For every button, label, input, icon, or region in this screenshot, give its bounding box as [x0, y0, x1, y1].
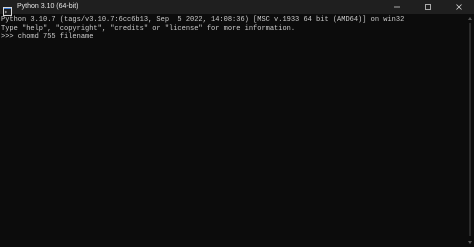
window-controls [381, 0, 474, 14]
close-button[interactable] [443, 0, 474, 14]
console-output[interactable]: Python 3.10.7 (tags/v3.10.7:6cc6b13, Sep… [0, 14, 466, 247]
close-icon [455, 4, 462, 10]
scroll-up-icon[interactable] [468, 17, 472, 20]
vertical-scrollbar[interactable] [466, 14, 474, 247]
console-line-prompt[interactable]: >>> chomd 755 filename [1, 33, 466, 42]
console-line-help: Type "help", "copyright", "credits" or "… [1, 24, 296, 33]
window-title: Python 3.10 (64-bit) [17, 3, 79, 10]
maximize-button[interactable] [412, 0, 443, 14]
python-console-window: Python 3.10 (64-bit) Python 3.10.7 (tags… [0, 0, 474, 247]
minimize-icon [393, 6, 400, 8]
title-bar[interactable]: Python 3.10 (64-bit) [0, 0, 474, 16]
minimize-button[interactable] [381, 0, 412, 14]
python-console-icon[interactable] [3, 3, 12, 16]
maximize-icon [424, 4, 431, 10]
scroll-down-icon[interactable] [468, 241, 472, 244]
console-line-version: Python 3.10.7 (tags/v3.10.7:6cc6b13, Sep… [1, 16, 405, 24]
scroll-thumb[interactable] [469, 23, 471, 236]
